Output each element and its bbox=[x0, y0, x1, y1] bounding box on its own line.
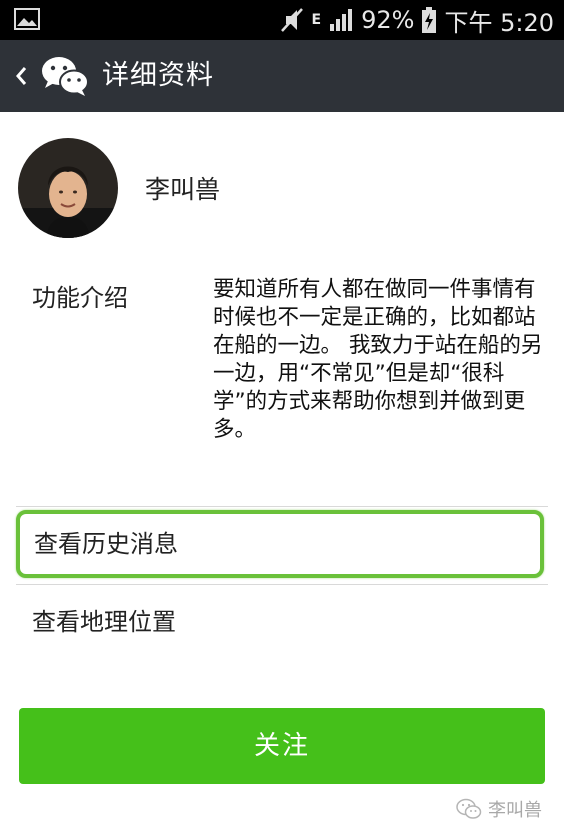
profile-name: 李叫兽 bbox=[145, 175, 221, 204]
title-bar: 详细资料 bbox=[0, 40, 564, 112]
battery-percent: 92% bbox=[361, 6, 415, 34]
avatar[interactable] bbox=[18, 138, 118, 238]
mute-icon bbox=[280, 8, 303, 32]
watermark: 李叫兽 bbox=[456, 796, 542, 822]
divider bbox=[16, 506, 548, 507]
view-history-row[interactable]: 查看历史消息 bbox=[16, 510, 544, 578]
watermark-text: 李叫兽 bbox=[488, 800, 542, 821]
status-bar: E 92% 下午 5:20 bbox=[0, 0, 564, 40]
network-type: E bbox=[311, 12, 322, 28]
view-location-row[interactable]: 查看地理位置 bbox=[32, 600, 176, 644]
intro-label: 功能介绍 bbox=[32, 284, 128, 312]
clock: 下午 5:20 bbox=[444, 8, 554, 37]
signal-icon bbox=[330, 9, 353, 31]
intro-text: 要知道所有人都在做同一件事情有时候也不一定是正确的，比如都站在船的一边。 我致力… bbox=[213, 277, 543, 442]
page-title: 详细资料 bbox=[102, 60, 214, 91]
chevron-left-icon[interactable] bbox=[10, 60, 32, 92]
avatar-photo bbox=[18, 138, 118, 238]
divider bbox=[16, 584, 548, 585]
wechat-logo bbox=[42, 57, 89, 96]
battery-charging-icon bbox=[422, 7, 437, 33]
gallery-icon bbox=[14, 8, 40, 30]
wechat-watermark-icon bbox=[456, 798, 482, 819]
follow-button[interactable]: 关注 bbox=[19, 708, 545, 784]
status-indicators: E 92% 下午 5:20 bbox=[280, 0, 554, 40]
view-history-label: 查看历史消息 bbox=[34, 530, 178, 558]
